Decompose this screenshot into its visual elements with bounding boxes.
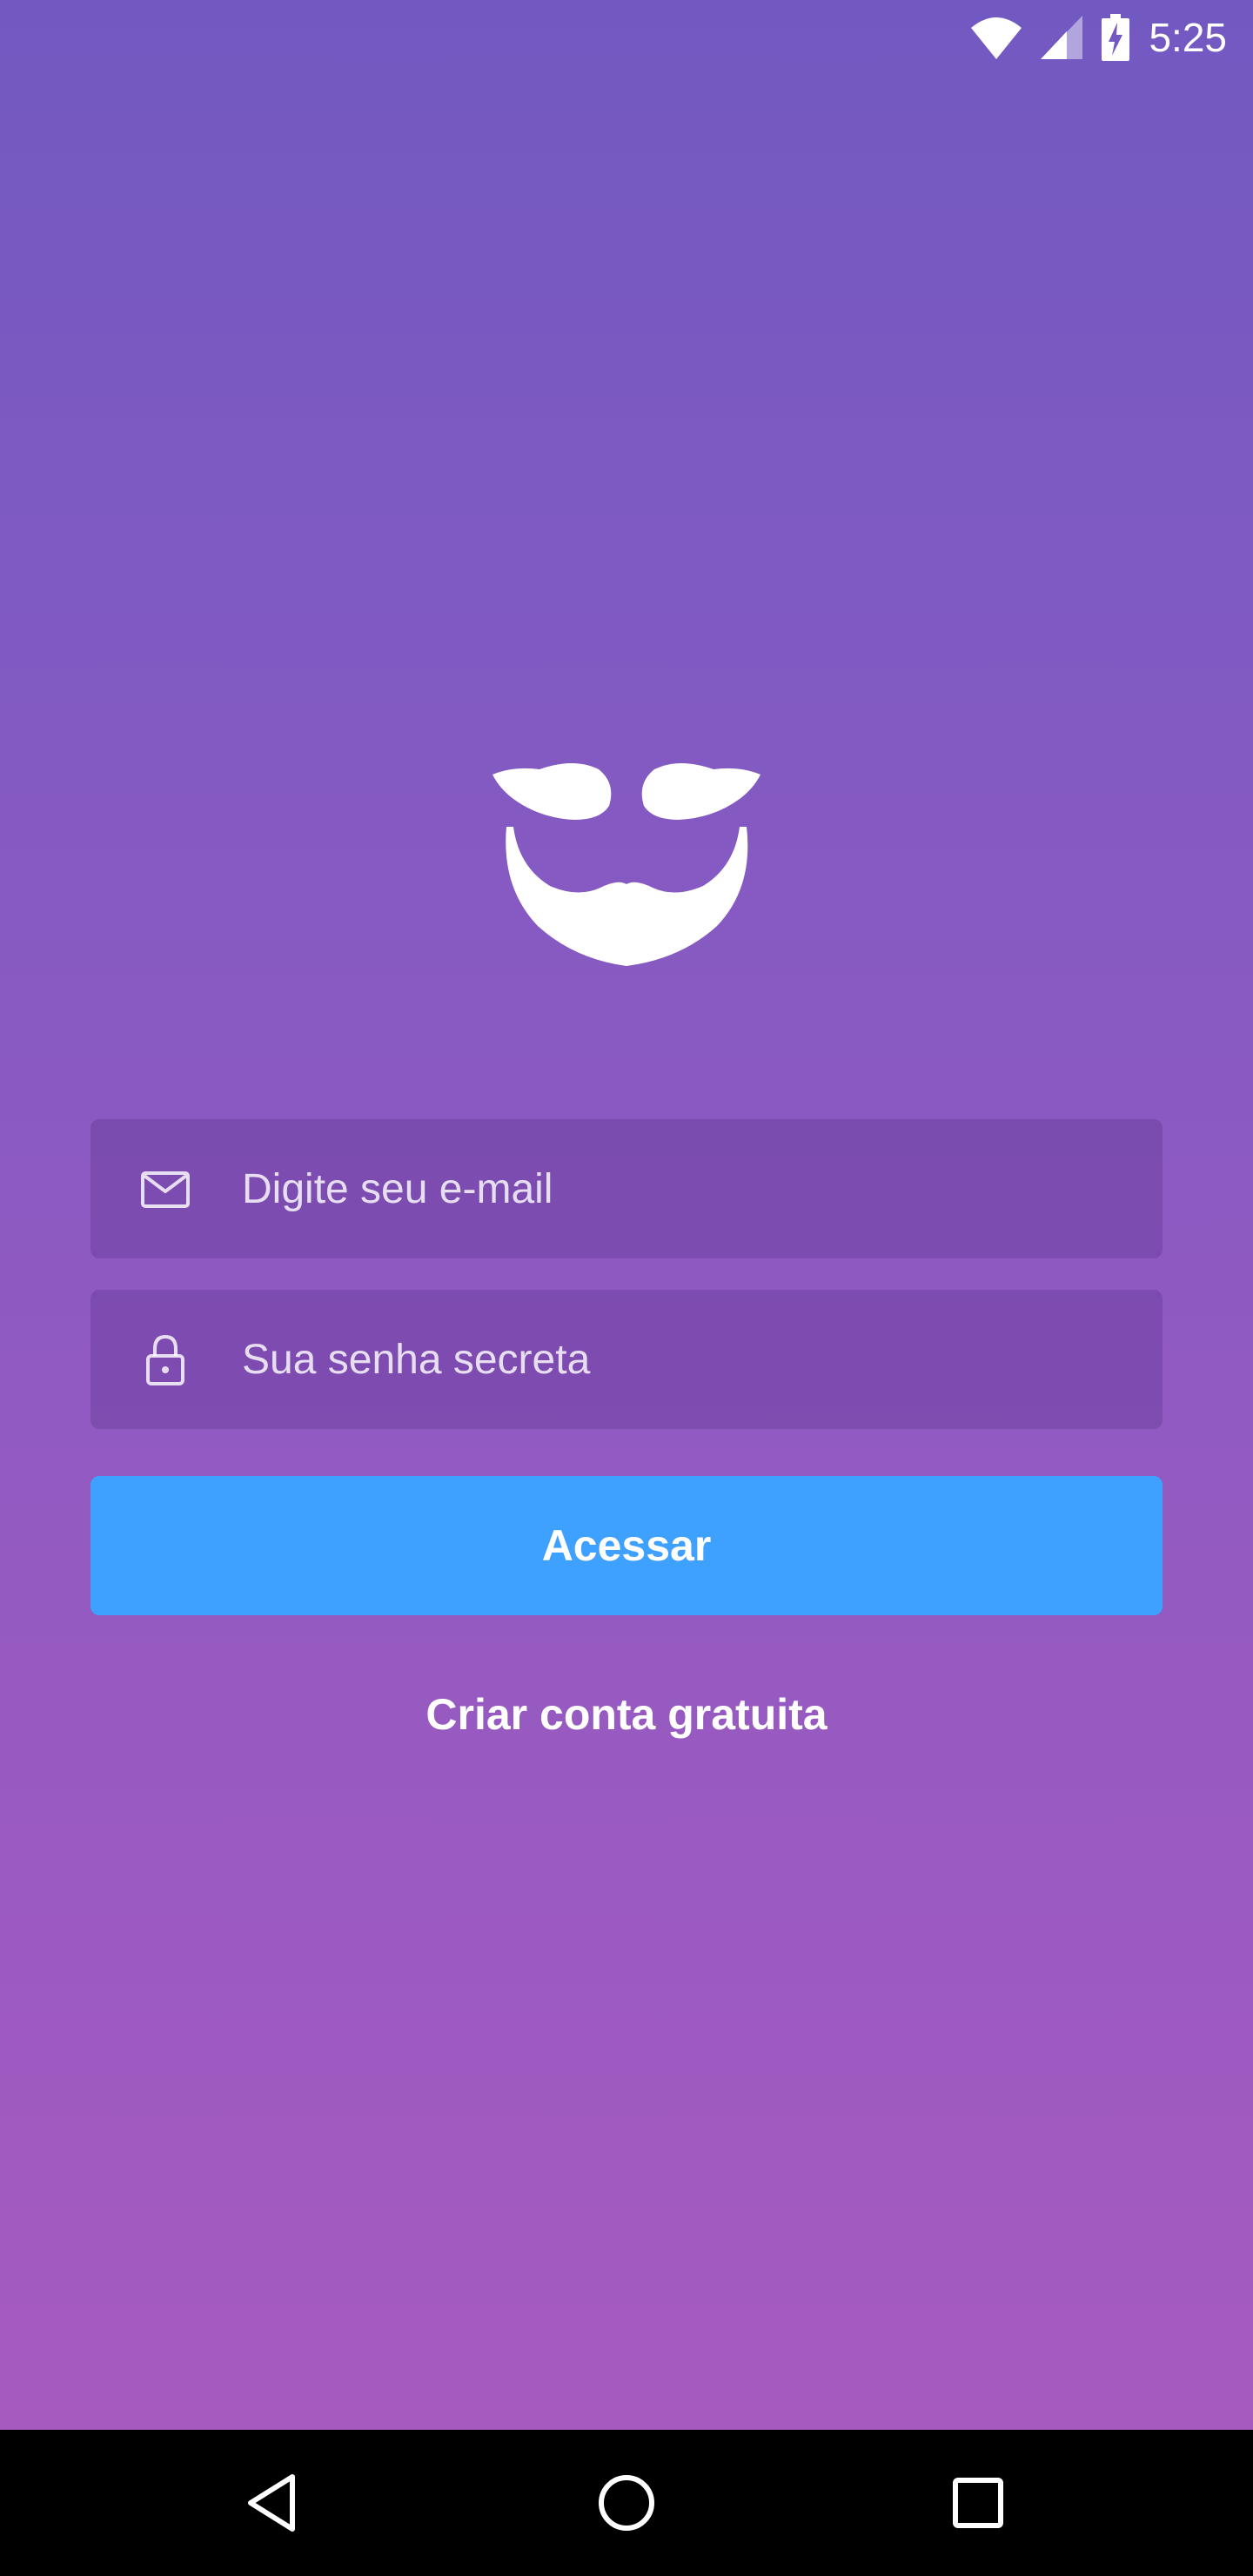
status-icons: 5:25: [971, 12, 1227, 63]
screen: 5:25 Ace: [0, 0, 1253, 2576]
mail-icon: [141, 1171, 190, 1208]
back-icon[interactable]: [240, 2468, 310, 2538]
recent-apps-icon[interactable]: [943, 2468, 1013, 2538]
mustache-beard-icon: [492, 763, 761, 966]
wifi-icon: [971, 17, 1022, 59]
email-field-container[interactable]: [90, 1119, 1163, 1258]
home-icon[interactable]: [592, 2468, 661, 2538]
status-time: 5:25: [1149, 15, 1227, 60]
navigation-bar: [0, 2430, 1253, 2576]
password-field-container[interactable]: [90, 1290, 1163, 1429]
password-input[interactable]: [242, 1316, 1129, 1403]
lock-icon: [146, 1334, 184, 1385]
battery-charging-icon: [1102, 14, 1130, 61]
status-bar: 5:25: [0, 0, 1253, 73]
app-background: 5:25 Ace: [0, 0, 1253, 2430]
create-account-link[interactable]: Criar conta gratuita: [0, 1680, 1253, 1749]
cell-signal-icon: [1041, 16, 1083, 59]
access-button[interactable]: Acessar: [90, 1476, 1163, 1615]
email-input[interactable]: [242, 1145, 1129, 1232]
